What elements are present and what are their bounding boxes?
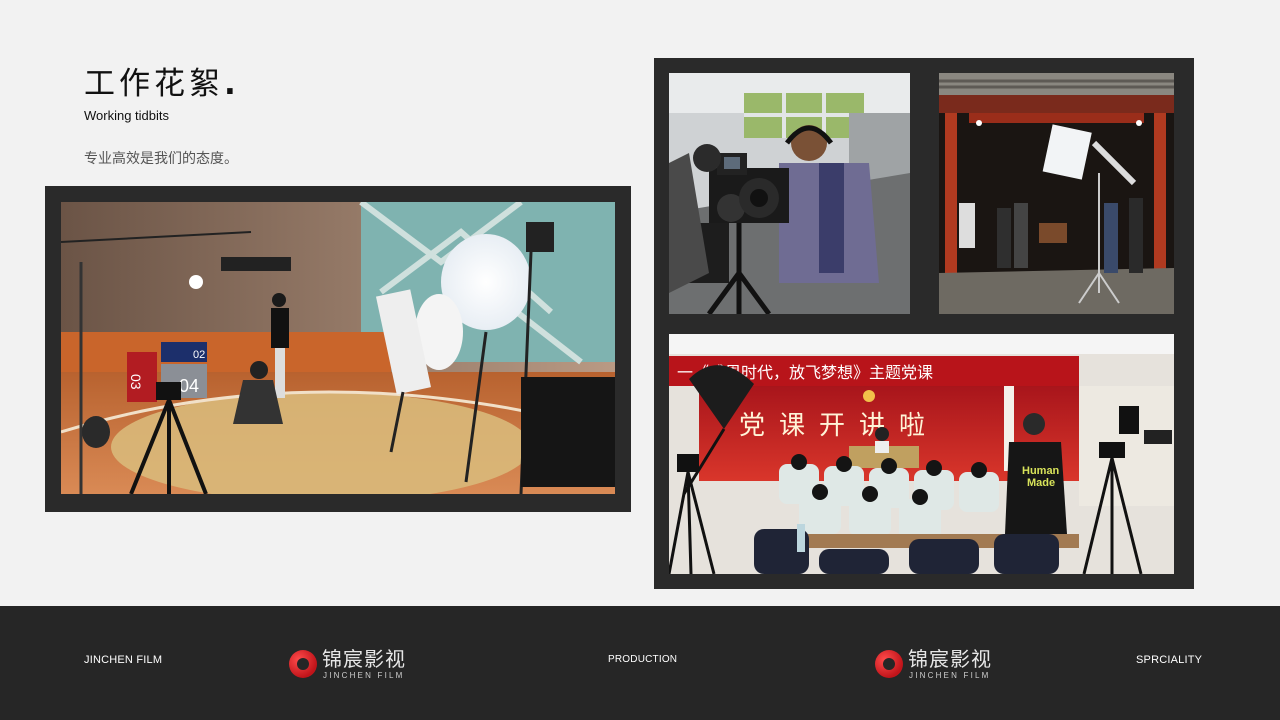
studio-number-02: 02: [193, 349, 205, 361]
backdrop-text: 党课开讲啦: [739, 411, 939, 441]
page-subtitle: Working tidbits: [84, 108, 170, 123]
logo-mark-icon: [875, 650, 903, 678]
footer-logo-right: 锦宸影视 JINCHEN FILM: [875, 648, 995, 680]
footer-bar: JINCHEN FILM 锦宸影视 JINCHEN FILM PRODUCTIO…: [0, 606, 1280, 720]
logo-en-text: JINCHEN FILM: [909, 671, 991, 680]
footer-speciality-text: SPRCIALITY: [1136, 654, 1203, 666]
page-title-dot: .: [224, 66, 236, 102]
party-lesson-photo: 一《感恩时代，放飞梦想》主题党课 党课开讲啦 Human Made: [669, 334, 1174, 574]
heritage-set-photo: [939, 73, 1174, 314]
page-title: 工作花絮.: [84, 64, 236, 104]
logo-cn-text: 锦宸影视: [322, 647, 406, 671]
page-tagline: 专业高效是我们的态度。: [84, 151, 238, 167]
studio-number-04: 04: [179, 376, 199, 396]
footer-logo-left: 锦宸影视 JINCHEN FILM: [289, 648, 409, 680]
logo-en-text: JINCHEN FILM: [323, 671, 405, 680]
page-title-text: 工作花絮: [84, 66, 224, 102]
studio-photo: 02 04 03: [61, 202, 615, 494]
shirt-text-human: Human: [1022, 465, 1060, 477]
footer-production-text: PRODUCTION: [608, 654, 678, 665]
photo-frame-right: 一《感恩时代，放飞梦想》主题党课 党课开讲啦 Human Made: [654, 58, 1194, 589]
footer-brand-text: JINCHEN FILM: [84, 654, 163, 666]
logo-cn-text: 锦宸影视: [908, 647, 992, 671]
photo-frame-left: 02 04 03: [45, 186, 631, 512]
camera-crew-photo: [669, 73, 910, 314]
studio-number-03: 03: [128, 374, 144, 390]
shirt-text-made: Made: [1027, 477, 1055, 489]
logo-mark-icon: [289, 650, 317, 678]
